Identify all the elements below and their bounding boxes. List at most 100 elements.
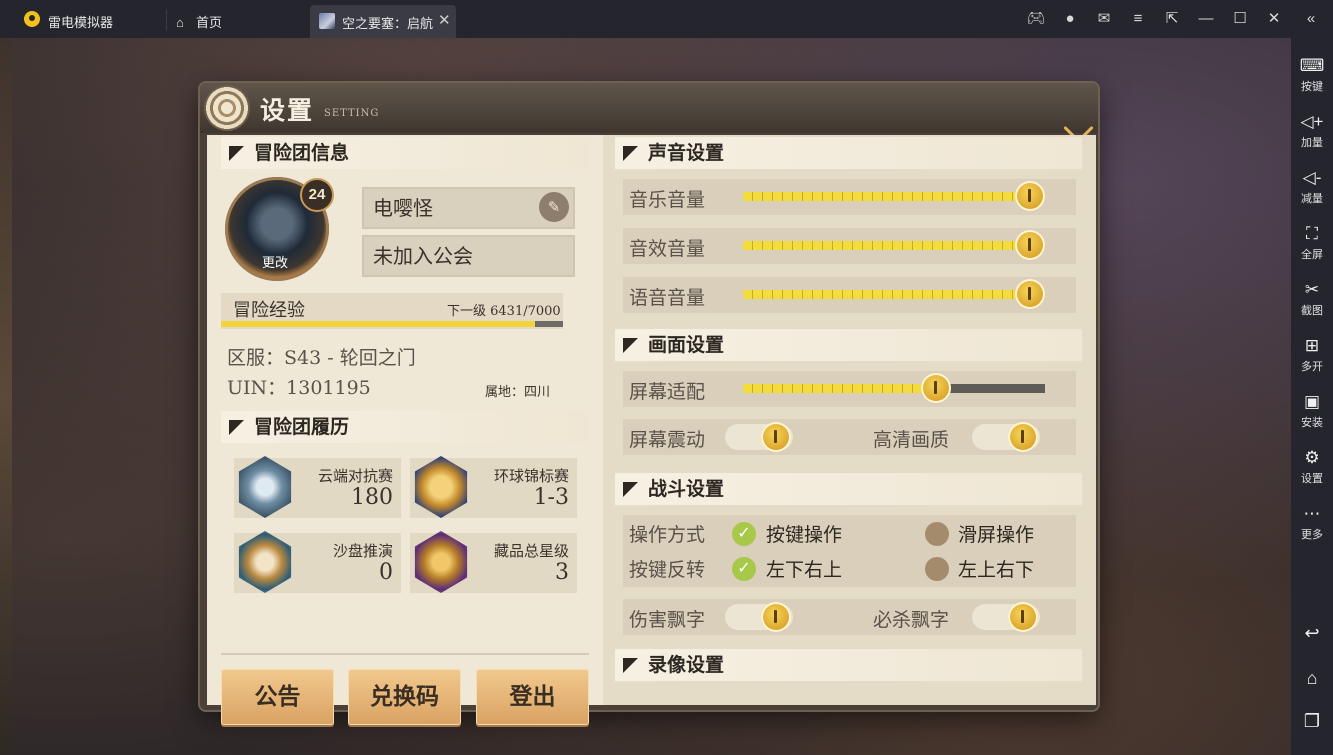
- setting-label: 按键反转: [629, 559, 706, 581]
- titlebar-divider: [166, 9, 167, 31]
- radio-unselected-icon[interactable]: [925, 557, 949, 581]
- music-volume-slider[interactable]: [743, 181, 1045, 211]
- notice-button[interactable]: 公告: [221, 669, 334, 725]
- section-title: 战斗设置: [648, 478, 725, 500]
- exp-next-level: 下一级 6431/7000: [447, 304, 561, 319]
- minimize-icon[interactable]: —: [1196, 9, 1216, 29]
- damage-text-row: 伤害飘字 必杀飘字: [623, 599, 1076, 635]
- edit-name-icon[interactable]: ✎: [539, 192, 569, 222]
- section-display: 画面设置: [615, 329, 1082, 361]
- checkmark-icon[interactable]: ✓: [732, 522, 756, 546]
- history-card-cloud-arena[interactable]: 云端对抗赛 180: [234, 456, 401, 518]
- tab-home[interactable]: ⌂ 首页: [176, 12, 222, 31]
- scissors-icon: ✂: [1304, 280, 1320, 299]
- checkmark-icon[interactable]: ✓: [732, 557, 756, 581]
- recent-apps-icon[interactable]: ❐: [1291, 711, 1333, 732]
- sidebar-item-label: 按键: [1301, 81, 1323, 93]
- history-card-collection[interactable]: 藏品总星级 3: [410, 531, 577, 593]
- card-title: 云端对抗赛: [317, 467, 393, 485]
- background-strip: [0, 38, 12, 755]
- panel-header: 设置 SETTING: [200, 83, 1098, 133]
- damage-text-toggle[interactable]: [725, 602, 793, 632]
- crit-text-toggle[interactable]: [972, 602, 1040, 632]
- option-key-control[interactable]: 按键操作: [766, 520, 842, 547]
- pin-window-icon[interactable]: ⇱: [1162, 9, 1182, 29]
- game-viewport: 设置 SETTING 冒险团信息 24 更改 电嘤怪 ✎ 未加入公会 冒险经验 …: [0, 38, 1291, 755]
- section-title: 录像设置: [648, 654, 725, 676]
- sidebar-item-fullscreen[interactable]: ⛶ 全屏: [1291, 224, 1333, 262]
- option-invert-b[interactable]: 左上右下: [958, 555, 1034, 582]
- screen-shake-toggle[interactable]: [725, 422, 793, 452]
- gamepad-icon[interactable]: 🎮︎: [1026, 9, 1046, 29]
- slider-fill: [743, 192, 1045, 201]
- slider-knob[interactable]: [1015, 230, 1045, 260]
- sandbox-badge-icon: [238, 531, 292, 593]
- display-toggles-row: 屏幕震动 高清画质: [623, 419, 1076, 455]
- guild-name: 未加入公会: [373, 244, 473, 268]
- emulator-sidebar: ⌨ 按键 ◁+ 加量 ◁- 减量 ⛶ 全屏 ✂ 截图 ⊞ 多开 ▣ 安装 ⚙ 设置 ⋯ 更多 ↩ …: [1291, 38, 1333, 755]
- toggle-knob: [761, 602, 791, 632]
- hd-quality-toggle[interactable]: [972, 422, 1040, 452]
- player-name-field: 电嘤怪 ✎: [362, 187, 575, 229]
- setting-label: 伤害飘字: [629, 609, 706, 631]
- toggle-knob: [1008, 422, 1038, 452]
- cloud-arena-badge-icon: [238, 456, 292, 518]
- sidebar-item-volume-down[interactable]: ◁- 减量: [1291, 168, 1333, 206]
- option-invert-a[interactable]: 左下右上: [766, 555, 842, 582]
- right-column: 声音设置 音乐音量 音效音量 语音音量 画面设置 屏幕适配 屏幕震动 高清画质 …: [603, 135, 1096, 705]
- home-nav-icon[interactable]: ⌂: [1291, 668, 1333, 689]
- account-icon[interactable]: ●: [1060, 9, 1080, 29]
- setting-label: 音效音量: [629, 238, 706, 260]
- section-adventure-info: 冒险团信息: [221, 137, 589, 169]
- sfx-volume-slider[interactable]: [743, 230, 1045, 260]
- toggle-knob: [761, 422, 791, 452]
- collapse-sidebar-icon[interactable]: «: [1301, 9, 1321, 29]
- section-title: 冒险团履历: [254, 416, 350, 438]
- tab-game-label: 空之要塞：启航: [342, 16, 434, 31]
- close-window-icon[interactable]: ✕: [1264, 9, 1284, 29]
- card-title: 沙盘推演: [332, 542, 393, 560]
- menu-icon[interactable]: ≡: [1128, 9, 1148, 29]
- screen-fit-slider[interactable]: [743, 373, 1045, 403]
- section-marker-icon: [229, 420, 244, 435]
- section-title: 声音设置: [648, 142, 725, 164]
- logout-button[interactable]: 登出: [476, 669, 589, 725]
- section-marker-icon: [623, 338, 638, 353]
- game-thumbnail-icon: [319, 13, 335, 29]
- sidebar-item-install[interactable]: ▣ 安装: [1291, 392, 1333, 430]
- mail-icon[interactable]: ✉: [1094, 9, 1114, 29]
- sidebar-item-settings[interactable]: ⚙ 设置: [1291, 448, 1333, 486]
- exp-progress-track: [221, 321, 563, 327]
- slider-knob[interactable]: [1015, 279, 1045, 309]
- panel-title: 设置: [260, 96, 315, 125]
- slider-knob[interactable]: [921, 373, 952, 403]
- sfx-volume-row: 音效音量: [623, 228, 1076, 264]
- voice-volume-slider[interactable]: [743, 279, 1045, 309]
- slider-knob[interactable]: [1015, 181, 1045, 211]
- sidebar-item-screenshot[interactable]: ✂ 截图: [1291, 280, 1333, 318]
- sidebar-item-label: 安装: [1301, 417, 1323, 429]
- back-icon[interactable]: ↩: [1291, 623, 1333, 644]
- setting-label: 语音音量: [629, 287, 706, 309]
- change-avatar-label[interactable]: 更改: [262, 252, 288, 271]
- sidebar-item-label: 设置: [1301, 473, 1323, 485]
- radio-unselected-icon[interactable]: [925, 522, 949, 546]
- history-card-sandbox[interactable]: 沙盘推演 0: [234, 531, 401, 593]
- volume-down-icon: ◁-: [1302, 168, 1322, 187]
- maximize-icon[interactable]: ☐: [1230, 9, 1250, 29]
- tab-close-icon[interactable]: ✕: [438, 11, 451, 29]
- section-title: 冒险团信息: [254, 142, 350, 164]
- history-card-world-championship[interactable]: 环球锦标赛 1-3: [410, 456, 577, 518]
- card-value: 0: [379, 560, 393, 585]
- sidebar-item-volume-up[interactable]: ◁+ 加量: [1291, 112, 1333, 150]
- exp-bar-container: 冒险经验 下一级 6431/7000: [221, 293, 563, 329]
- sidebar-item-more[interactable]: ⋯ 更多: [1291, 504, 1333, 542]
- setting-label: 屏幕适配: [629, 381, 706, 403]
- tab-game[interactable]: 空之要塞：启航 ✕: [310, 5, 456, 38]
- option-swipe-control[interactable]: 滑屏操作: [958, 520, 1034, 547]
- sidebar-item-multi[interactable]: ⊞ 多开: [1291, 336, 1333, 374]
- sidebar-item-keymap[interactable]: ⌨ 按键: [1291, 56, 1333, 94]
- redeem-code-button[interactable]: 兑换码: [348, 669, 461, 725]
- sidebar-item-label: 截图: [1301, 305, 1323, 317]
- slider-fill: [743, 384, 937, 393]
